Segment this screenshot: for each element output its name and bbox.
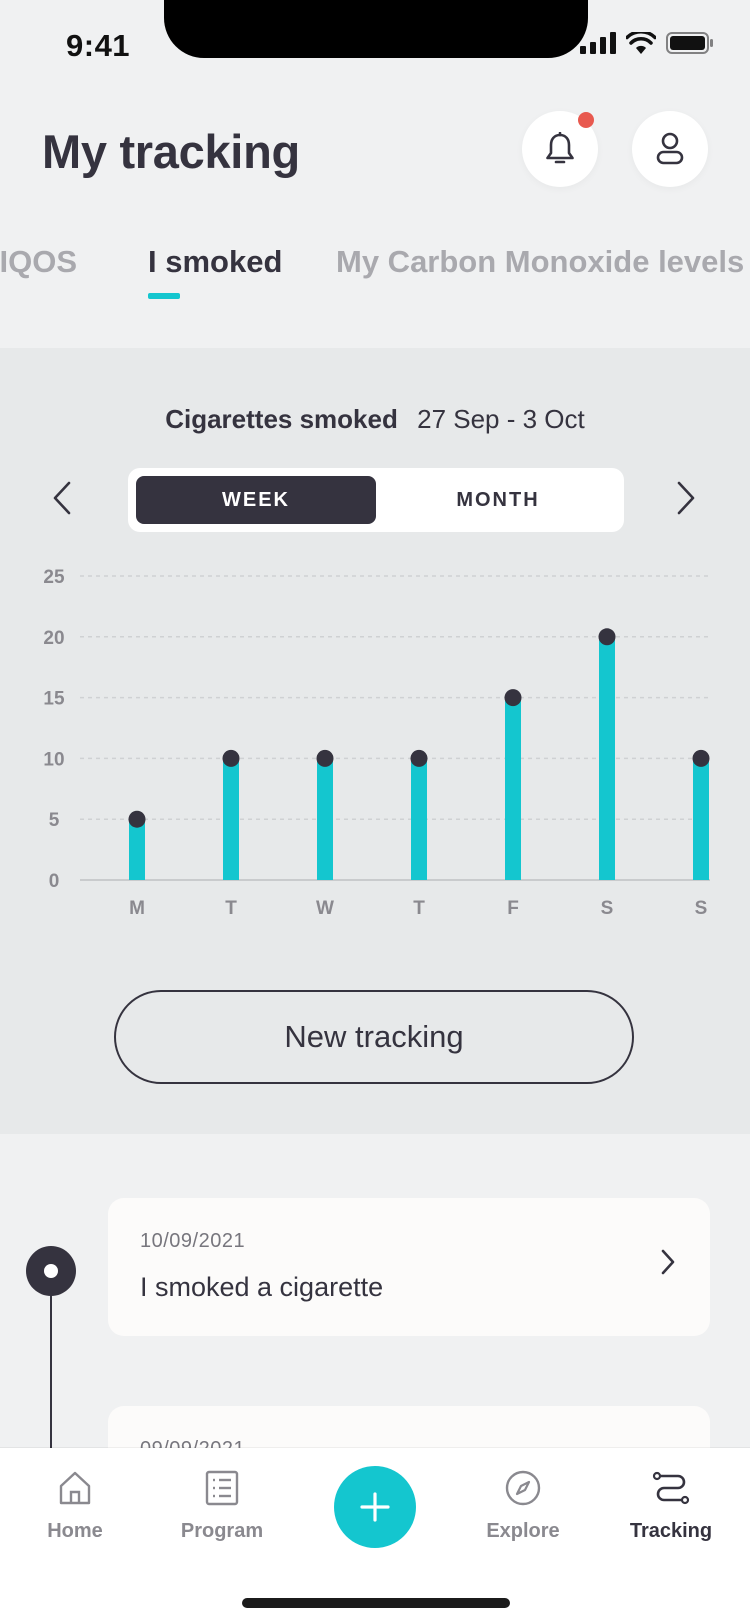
chevron-right-icon bbox=[677, 481, 695, 515]
y-tick-label: 20 bbox=[43, 628, 64, 649]
nav-explore[interactable]: Explore bbox=[463, 1470, 583, 1543]
entry-date: 10/09/2021 bbox=[140, 1230, 246, 1252]
chart-header: Cigarettes smoked 27 Sep - 3 Oct bbox=[0, 404, 750, 435]
list-icon bbox=[205, 1470, 239, 1506]
bar bbox=[599, 636, 615, 880]
x-tick-label: S bbox=[695, 898, 708, 919]
add-tracking-fab[interactable] bbox=[334, 1466, 416, 1548]
next-period-button[interactable] bbox=[666, 478, 706, 518]
chevron-right-icon bbox=[661, 1249, 675, 1275]
bar bbox=[411, 758, 427, 880]
nav-label: Program bbox=[180, 1520, 264, 1542]
y-tick-label: 10 bbox=[43, 749, 64, 770]
y-tick-label: 25 bbox=[43, 567, 65, 588]
new-tracking-button[interactable]: New tracking bbox=[114, 990, 634, 1084]
bar-top-point bbox=[222, 749, 240, 767]
bar-top-point bbox=[598, 628, 616, 646]
x-tick-label: T bbox=[413, 898, 425, 919]
chart-label: Cigarettes smoked bbox=[165, 404, 398, 434]
y-tick-label: 15 bbox=[43, 689, 65, 710]
nav-program[interactable]: Program bbox=[162, 1470, 282, 1543]
x-tick-label: W bbox=[316, 898, 334, 919]
segment-week[interactable]: WEEK bbox=[136, 476, 376, 524]
notification-badge bbox=[578, 112, 594, 128]
cellular-signal-icon bbox=[580, 32, 616, 54]
previous-period-button[interactable] bbox=[42, 478, 82, 518]
tab-i-smoked[interactable]: I smoked bbox=[148, 244, 282, 280]
y-tick-label: 0 bbox=[49, 871, 60, 892]
chevron-left-icon bbox=[53, 481, 71, 515]
segment-month[interactable]: MONTH bbox=[378, 476, 618, 524]
bar-top-point bbox=[504, 689, 522, 707]
chart-panel: Cigarettes smoked 27 Sep - 3 Oct WEEK MO… bbox=[0, 348, 750, 1134]
nav-tracking[interactable]: Tracking bbox=[611, 1470, 731, 1543]
bar bbox=[693, 758, 709, 880]
status-bar: 9:41 bbox=[0, 0, 750, 96]
status-time: 9:41 bbox=[66, 28, 131, 63]
profile-button[interactable] bbox=[632, 111, 708, 187]
bar bbox=[129, 819, 145, 880]
nav-label: Tracking bbox=[629, 1520, 713, 1542]
timeline-marker bbox=[26, 1246, 76, 1296]
nav-home[interactable]: Home bbox=[15, 1470, 135, 1543]
bar-top-point bbox=[692, 749, 710, 767]
user-icon bbox=[656, 132, 684, 165]
compass-icon bbox=[505, 1470, 541, 1506]
page-title: My tracking bbox=[42, 125, 300, 178]
chart-date-range: 27 Sep - 3 Oct bbox=[417, 404, 585, 434]
x-tick-label: S bbox=[601, 898, 614, 919]
active-tab-indicator bbox=[148, 293, 180, 299]
y-tick-label: 5 bbox=[49, 810, 60, 831]
tab-carbon-monoxide[interactable]: My Carbon Monoxide levels bbox=[336, 244, 744, 280]
bar bbox=[223, 758, 239, 880]
bar bbox=[317, 758, 333, 880]
status-icons bbox=[580, 32, 714, 54]
bar-top-point bbox=[316, 749, 334, 767]
home-indicator bbox=[242, 1598, 510, 1608]
wifi-icon bbox=[626, 32, 656, 54]
device-notch bbox=[164, 0, 588, 58]
x-tick-label: T bbox=[225, 898, 237, 919]
plus-icon bbox=[360, 1492, 390, 1522]
home-icon bbox=[59, 1471, 91, 1505]
bell-icon bbox=[546, 132, 574, 164]
bar bbox=[505, 697, 521, 880]
tracking-entry-card[interactable]: 10/09/2021 I smoked a cigarette bbox=[108, 1198, 710, 1336]
x-tick-label: M bbox=[129, 898, 145, 919]
nav-label: Explore bbox=[486, 1520, 560, 1542]
cigarettes-bar-chart: 0 5 10 15 20 25 M T W T F S S bbox=[43, 567, 710, 919]
tab-iqos[interactable]: d IQOS bbox=[0, 244, 77, 280]
tracking-tabs: d IQOS I smoked My Carbon Monoxide level… bbox=[0, 236, 750, 306]
period-segmented-control: WEEK MONTH bbox=[128, 468, 624, 532]
bar-top-point bbox=[410, 749, 428, 767]
bar-top-point bbox=[128, 810, 146, 828]
entry-title: I smoked a cigarette bbox=[140, 1272, 384, 1302]
nav-label: Home bbox=[47, 1520, 103, 1542]
tracking-icon bbox=[652, 1471, 690, 1505]
battery-icon bbox=[666, 32, 713, 54]
x-tick-label: F bbox=[507, 898, 519, 919]
